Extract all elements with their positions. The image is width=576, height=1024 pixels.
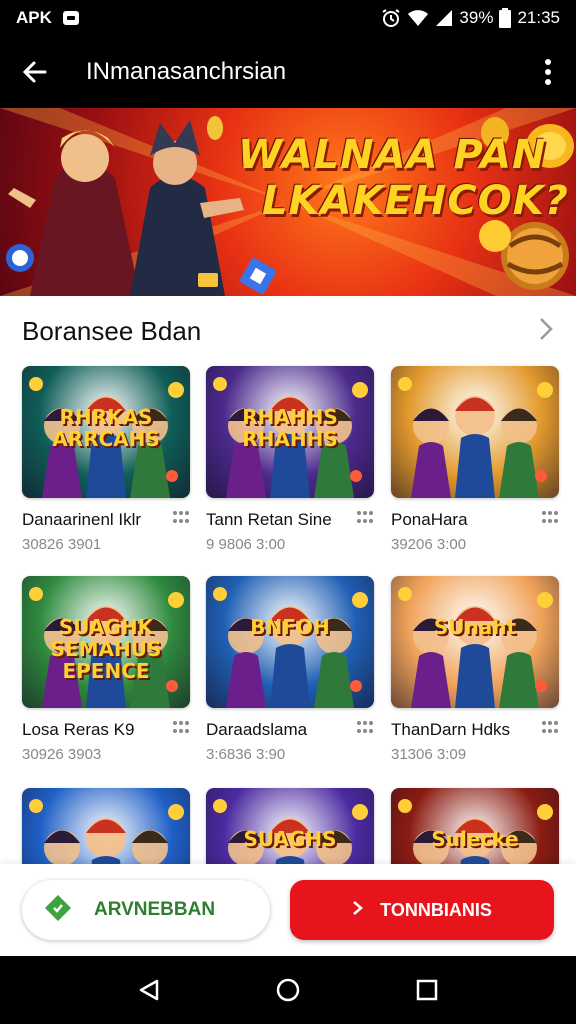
game-logo-text: RHAHHS RHAHHS	[242, 405, 338, 451]
game-subtitle: 31306 3:09	[391, 746, 467, 763]
game-thumbnail[interactable]: SUAGHK SEMAHUS EPENCE	[22, 576, 190, 708]
grid-dots-icon[interactable]	[537, 510, 559, 527]
game-subtitle: 3:6836 3:90	[206, 746, 286, 763]
game-thumbnail[interactable]: BNFOH	[206, 576, 374, 708]
signal-icon	[435, 9, 453, 27]
home-circle-icon[interactable]	[258, 960, 318, 1020]
game-meta: Losa Reras K9	[22, 720, 190, 740]
battery-percent: 39%	[459, 8, 494, 27]
back-triangle-icon[interactable]	[119, 960, 179, 1020]
game-meta: ThanDarn Hdks	[391, 720, 559, 740]
game-card[interactable]: SUnaht ThanDarn Hdks 31306 3:09	[391, 576, 559, 763]
game-card[interactable]: PonaHara 39206 3:00	[391, 366, 559, 553]
status-bar: APK 39% 21:35	[0, 0, 576, 36]
system-nav-bar	[0, 956, 576, 1024]
grid-dots-icon[interactable]	[168, 510, 190, 527]
grid-dots-icon[interactable]	[352, 510, 374, 527]
banner-headline-1: WALNAA PAN	[238, 132, 547, 178]
carrier-label: APK	[16, 8, 52, 27]
game-thumbnail[interactable]: RHRKAS ARRCAHS	[22, 366, 190, 498]
chevron-right-icon	[352, 900, 364, 921]
game-thumbnail[interactable]: RHAHHS RHAHHS	[206, 366, 374, 498]
more-vertical-icon[interactable]	[520, 36, 576, 108]
game-logo-text: BNFOH	[250, 615, 330, 639]
section-title: Boransee Bdan	[22, 315, 202, 346]
game-card[interactable]: RHRKAS ARRCAHS Danaarinenl Iklr 30826 3901	[22, 366, 190, 553]
game-logo-text: Sulecke	[431, 827, 519, 851]
secondary-button[interactable]: ARVNEBBAN	[22, 880, 270, 940]
game-name: Losa Reras K9	[22, 720, 135, 739]
wifi-icon	[407, 9, 429, 27]
primary-button[interactable]: TONNBIANIS	[290, 880, 554, 940]
game-subtitle: 30926 3903	[22, 746, 102, 763]
game-subtitle: 39206 3:00	[391, 536, 467, 553]
grid-dots-icon[interactable]	[168, 720, 190, 737]
game-name: Danaarinenl Iklr	[22, 510, 142, 529]
clock: 21:35	[517, 8, 560, 27]
secondary-button-label: ARVNEBBAN	[94, 899, 216, 920]
app-bar: INmanasanchrsian	[0, 36, 576, 108]
grid-dots-icon[interactable]	[537, 720, 559, 737]
game-name: Tann Retan Sine	[206, 510, 332, 529]
game-name: ThanDarn Hdks	[391, 720, 511, 739]
page-title: INmanasanchrsian	[86, 58, 287, 85]
notification-icon	[62, 10, 80, 26]
bottom-action-bar: ARVNEBBAN TONNBIANIS	[0, 864, 576, 956]
chevron-right-icon[interactable]	[538, 317, 554, 346]
game-logo-text: SUAGHS	[243, 827, 337, 851]
game-card[interactable]: RHAHHS RHAHHS Tann Retan Sine 9 9806 3:00	[206, 366, 374, 553]
game-logo-text: RHRKAS ARRCAHS	[52, 405, 160, 451]
game-meta: Tann Retan Sine	[206, 510, 374, 530]
game-subtitle: 9 9806 3:00	[206, 536, 286, 553]
game-name: Daraadslama	[206, 720, 308, 739]
game-meta: Daraadslama	[206, 720, 374, 740]
game-subtitle: 30826 3901	[22, 536, 102, 553]
battery-icon	[499, 8, 512, 28]
promo-banner[interactable]: WALNAA PAN LKAKEHCOK?	[0, 108, 576, 296]
game-thumbnail[interactable]: SUnaht	[391, 576, 559, 708]
arrow-left-icon[interactable]	[0, 36, 70, 108]
game-logo-text: SUAGHK SEMAHUS EPENCE	[50, 615, 162, 683]
game-meta: PonaHara	[391, 510, 559, 530]
primary-button-label: TONNBIANIS	[380, 899, 492, 920]
diamond-icon	[44, 894, 72, 927]
banner-headline-2: LKAKEHCOK?	[262, 178, 569, 224]
game-thumbnail[interactable]	[391, 366, 559, 498]
game-card[interactable]: SUAGHK SEMAHUS EPENCE Losa Reras K9 30926 …	[22, 576, 190, 763]
recents-square-icon[interactable]	[397, 960, 457, 1020]
game-meta: Danaarinenl Iklr	[22, 510, 190, 530]
game-logo-text: SUnaht	[433, 615, 517, 639]
section-header[interactable]: Boransee Bdan	[0, 300, 576, 362]
grid-dots-icon[interactable]	[352, 720, 374, 737]
alarm-icon	[381, 8, 401, 28]
game-name: PonaHara	[391, 510, 468, 529]
game-card[interactable]: BNFOH Daraadslama 3:6836 3:90	[206, 576, 374, 763]
